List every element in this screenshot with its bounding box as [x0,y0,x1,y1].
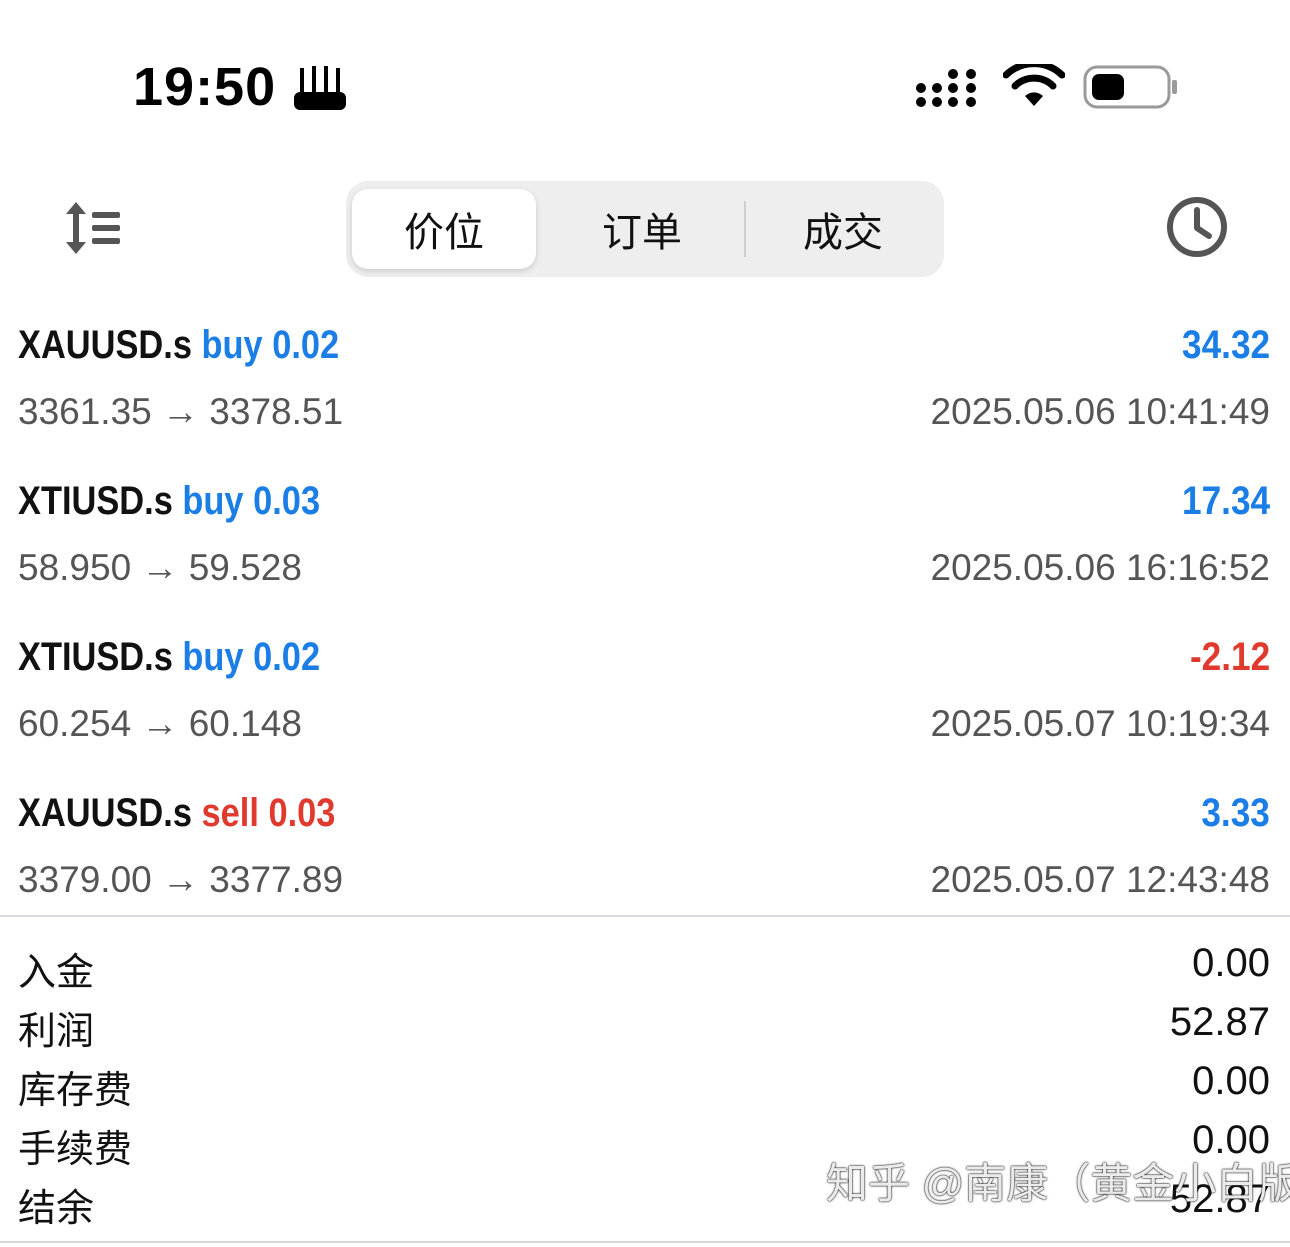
clock-icon[interactable] [1164,194,1230,260]
deal-side: buy 0.02 [182,635,321,679]
deal-symbol: XAUUSD.s buy 0.02 [18,323,340,367]
tab-divider [744,201,746,257]
deal-side: buy 0.03 [182,479,321,523]
summary-label: 库存费 [18,1070,133,1112]
deal-time: 2025.05.06 16:16:52 [930,547,1271,588]
deal-prices: 58.950 → 59.528 [18,547,302,588]
toolbar: 价位 订单 成交 [0,178,1290,278]
summary-row-profit: 利润 52.87 [0,996,1290,1054]
summary-label: 利润 [18,1011,95,1053]
deal-time: 2025.05.07 10:19:34 [930,703,1271,744]
divider [0,915,1290,917]
deal-prices: 60.254 → 60.148 [18,703,302,744]
status-bar: 19:50 [0,0,1290,140]
tab-segmented-control: 价位 订单 成交 [346,181,944,277]
wifi-icon [1003,64,1065,106]
deal-side: sell 0.03 [201,791,336,835]
watermark: 知乎 @南康（黄金小白版） [826,1160,1290,1207]
deal-profit: -2.12 [1189,635,1270,679]
summary-value: 0.00 [1192,1059,1270,1103]
summary-value: 52.87 [1169,1000,1270,1044]
signal-icon [916,69,976,107]
deal-symbol: XAUUSD.s sell 0.03 [18,791,336,835]
summary-label: 手续费 [18,1129,133,1171]
deal-symbol: XTIUSD.s buy 0.02 [18,635,321,679]
deal-profit: 34.32 [1181,323,1270,367]
deal-side: buy 0.02 [201,323,340,367]
tab-orders[interactable]: 订单 [542,189,742,269]
deal-profit: 3.33 [1201,791,1270,835]
status-time: 19:50 [133,57,277,117]
summary-label: 入金 [18,952,95,994]
divider [0,1241,1290,1243]
deal-symbol: XTIUSD.s buy 0.03 [18,479,321,523]
sort-icon[interactable] [62,200,126,256]
deal-prices: 3361.35 → 3378.51 [18,391,344,432]
list-item[interactable]: XAUUSD.s buy 0.02 34.32 3361.35 → 3378.5… [0,315,1290,471]
summary-label: 结余 [18,1188,95,1230]
app-activity-icon [294,66,346,110]
battery-icon [1083,65,1177,109]
deal-prices: 3379.00 → 3377.89 [18,859,344,900]
deal-time: 2025.05.06 10:41:49 [930,391,1271,432]
summary-row-deposit: 入金 0.00 [0,937,1290,995]
list-item[interactable]: XTIUSD.s buy 0.02 -2.12 60.254 → 60.148 … [0,627,1290,783]
deal-profit: 17.34 [1181,479,1270,523]
summary-value: 0.00 [1192,941,1270,985]
tab-price[interactable]: 价位 [352,189,536,269]
list-item[interactable]: XTIUSD.s buy 0.03 17.34 58.950 → 59.528 … [0,471,1290,627]
tab-deals[interactable]: 成交 [748,189,938,269]
deal-time: 2025.05.07 12:43:48 [930,859,1271,900]
summary-row-swap: 库存费 0.00 [0,1055,1290,1113]
